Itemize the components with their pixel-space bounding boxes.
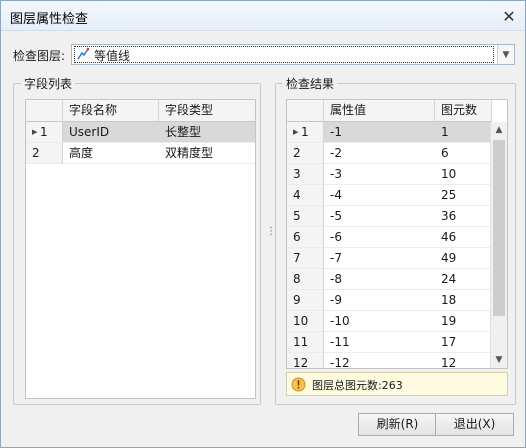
scroll-up-icon[interactable]: ▲ bbox=[491, 122, 507, 138]
element-count-cell[interactable]: 19 bbox=[435, 311, 492, 332]
row-header: 4 bbox=[287, 185, 324, 206]
attribute-value-cell[interactable]: -3 bbox=[324, 164, 435, 185]
field-type-cell[interactable]: 双精度型 bbox=[159, 143, 255, 164]
table-row[interactable]: 8 -8 24 bbox=[287, 269, 492, 290]
attribute-value-cell[interactable]: -2 bbox=[324, 143, 435, 164]
refresh-button[interactable]: 刷新(R) bbox=[358, 413, 437, 436]
field-type-cell[interactable]: 长整型 bbox=[159, 122, 255, 143]
exit-button[interactable]: 退出(X) bbox=[435, 413, 514, 436]
attribute-value-cell[interactable]: -8 bbox=[324, 269, 435, 290]
element-count-cell[interactable]: 1 bbox=[435, 122, 492, 143]
column-header-attribute-value[interactable]: 属性值 bbox=[324, 100, 435, 122]
row-header: 12 bbox=[287, 353, 324, 368]
window-title: 图层属性检查 bbox=[10, 12, 89, 27]
row-header: ▶ 1 bbox=[287, 122, 324, 143]
scroll-down-icon[interactable]: ▼ bbox=[491, 352, 507, 368]
table-row[interactable]: 3 -3 10 bbox=[287, 164, 492, 185]
table-row[interactable]: 6 -6 46 bbox=[287, 227, 492, 248]
row-header: 5 bbox=[287, 206, 324, 227]
layer-attribute-check-dialog: 图层属性检查 ✕ 检查图层: 等值线 ▼ 字段列表 字段名称 字段类型 ▶ 1 … bbox=[0, 0, 526, 448]
total-count-status: 图层总图元数:263 bbox=[286, 372, 508, 396]
table-row[interactable]: 2 -2 6 bbox=[287, 143, 492, 164]
column-header-element-count[interactable]: 图元数 bbox=[435, 100, 492, 122]
element-count-cell[interactable]: 49 bbox=[435, 248, 492, 269]
row-header: 11 bbox=[287, 332, 324, 353]
table-row[interactable]: 11 -11 17 bbox=[287, 332, 492, 353]
layer-combobox-focus bbox=[74, 46, 494, 63]
row-header: ▶ 1 bbox=[26, 122, 63, 143]
table-row[interactable]: ▶ 1 -1 1 bbox=[287, 122, 492, 143]
current-row-arrow-icon: ▶ bbox=[293, 128, 299, 136]
table-row[interactable]: ▶ 1 UserID 长整型 bbox=[26, 122, 255, 143]
attribute-value-cell[interactable]: -10 bbox=[324, 311, 435, 332]
element-count-cell[interactable]: 6 bbox=[435, 143, 492, 164]
element-count-cell[interactable]: 12 bbox=[435, 353, 492, 368]
row-header: 3 bbox=[287, 164, 324, 185]
scrollbar-thumb[interactable] bbox=[493, 140, 505, 316]
title-bar: 图层属性检查 ✕ bbox=[1, 1, 525, 31]
table-row[interactable]: 10 -10 19 bbox=[287, 311, 492, 332]
line-layer-icon bbox=[77, 47, 90, 60]
table-row[interactable]: 9 -9 18 bbox=[287, 290, 492, 311]
current-row-arrow-icon: ▶ bbox=[32, 128, 38, 136]
table-row[interactable]: 2 高度 双精度型 bbox=[26, 143, 255, 164]
row-header: 2 bbox=[26, 143, 63, 164]
check-result-grid[interactable]: 属性值 图元数 ▶ 1 -1 1 2 -2 6 3 -3 10 4 -4 25 5 -5 36 6 -6 46 7 -7… bbox=[286, 99, 508, 369]
check-result-title: 检查结果 bbox=[286, 77, 335, 91]
field-list-grid[interactable]: 字段名称 字段类型 ▶ 1 UserID 长整型 2 高度 双精度型 bbox=[25, 99, 256, 399]
row-header: 8 bbox=[287, 269, 324, 290]
splitter-grip[interactable]: ⋮ bbox=[266, 227, 276, 245]
info-warning-icon bbox=[291, 377, 306, 392]
layer-combobox[interactable]: 等值线 ▼ bbox=[71, 44, 515, 65]
column-header-field-type[interactable]: 字段类型 bbox=[159, 100, 255, 122]
close-icon[interactable]: ✕ bbox=[499, 6, 519, 26]
field-list-title: 字段列表 bbox=[24, 77, 73, 91]
row-header: 10 bbox=[287, 311, 324, 332]
row-header-corner bbox=[287, 100, 324, 122]
element-count-cell[interactable]: 10 bbox=[435, 164, 492, 185]
element-count-cell[interactable]: 46 bbox=[435, 227, 492, 248]
layer-selector-row: 检查图层: 等值线 ▼ bbox=[13, 44, 515, 66]
row-header: 9 bbox=[287, 290, 324, 311]
attribute-value-cell[interactable]: -11 bbox=[324, 332, 435, 353]
attribute-value-cell[interactable]: -4 bbox=[324, 185, 435, 206]
table-row[interactable]: 12 -12 12 bbox=[287, 353, 492, 368]
field-name-cell[interactable]: 高度 bbox=[63, 143, 159, 164]
attribute-value-cell[interactable]: -5 bbox=[324, 206, 435, 227]
row-header: 2 bbox=[287, 143, 324, 164]
layer-combobox-value: 等值线 bbox=[94, 49, 131, 63]
row-header: 7 bbox=[287, 248, 324, 269]
element-count-cell[interactable]: 17 bbox=[435, 332, 492, 353]
attribute-value-cell[interactable]: -1 bbox=[324, 122, 435, 143]
chevron-down-icon[interactable]: ▼ bbox=[497, 45, 514, 64]
row-header-corner bbox=[26, 100, 63, 122]
table-row[interactable]: 5 -5 36 bbox=[287, 206, 492, 227]
layer-label: 检查图层: bbox=[13, 49, 66, 63]
element-count-cell[interactable]: 25 bbox=[435, 185, 492, 206]
element-count-cell[interactable]: 24 bbox=[435, 269, 492, 290]
element-count-cell[interactable]: 36 bbox=[435, 206, 492, 227]
vertical-scrollbar[interactable]: ▲ ▼ bbox=[490, 122, 507, 368]
attribute-value-cell[interactable]: -12 bbox=[324, 353, 435, 368]
table-row[interactable]: 7 -7 49 bbox=[287, 248, 492, 269]
total-count-text: 图层总图元数:263 bbox=[312, 379, 403, 392]
column-header-field-name[interactable]: 字段名称 bbox=[63, 100, 159, 122]
attribute-value-cell[interactable]: -7 bbox=[324, 248, 435, 269]
element-count-cell[interactable]: 18 bbox=[435, 290, 492, 311]
row-header: 6 bbox=[287, 227, 324, 248]
field-name-cell[interactable]: UserID bbox=[63, 122, 159, 143]
table-row[interactable]: 4 -4 25 bbox=[287, 185, 492, 206]
attribute-value-cell[interactable]: -6 bbox=[324, 227, 435, 248]
attribute-value-cell[interactable]: -9 bbox=[324, 290, 435, 311]
